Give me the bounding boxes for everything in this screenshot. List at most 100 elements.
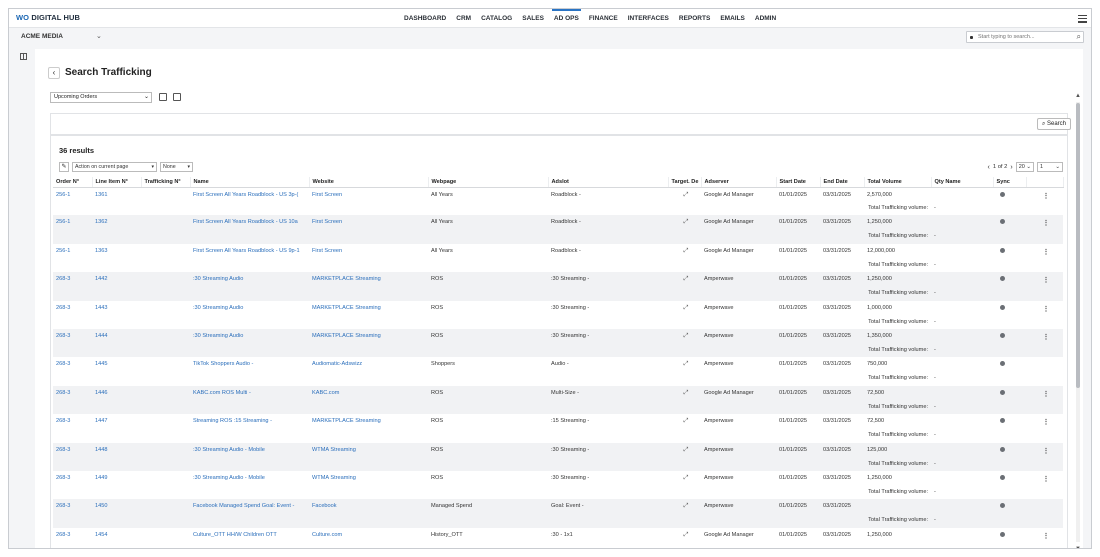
website-link[interactable]: WTMA Streaming bbox=[312, 447, 356, 453]
kebab-menu-icon[interactable]: ⋮ bbox=[1043, 220, 1050, 227]
website-link[interactable]: First Screen bbox=[312, 248, 342, 254]
order-number[interactable]: 268-3 bbox=[56, 532, 70, 538]
kebab-menu-icon[interactable]: ⋮ bbox=[1043, 277, 1050, 284]
column-header[interactable]: Qty Name bbox=[931, 177, 994, 188]
column-header[interactable]: Name bbox=[190, 177, 310, 188]
kebab-menu-icon[interactable]: ⋮ bbox=[1043, 533, 1050, 540]
column-header[interactable]: Trafficking N° bbox=[141, 177, 191, 188]
line-item-number[interactable]: 1443 bbox=[95, 305, 107, 311]
expand-arrows-icon[interactable]: ⤢ bbox=[684, 305, 689, 311]
hamburger-menu-icon[interactable] bbox=[1078, 13, 1087, 23]
line-item-number[interactable]: 1446 bbox=[95, 390, 107, 396]
order-number[interactable]: 256-1 bbox=[56, 192, 70, 198]
expand-arrows-icon[interactable]: ⤢ bbox=[684, 390, 689, 396]
order-number[interactable]: 256-1 bbox=[56, 248, 70, 254]
website-link[interactable]: First Screen bbox=[312, 219, 342, 225]
line-item-number[interactable]: 1454 bbox=[95, 532, 107, 538]
order-number[interactable]: 268-3 bbox=[56, 276, 70, 282]
order-number[interactable]: 268-3 bbox=[56, 305, 70, 311]
order-number[interactable]: 268-3 bbox=[56, 503, 70, 509]
kebab-menu-icon[interactable]: ⋮ bbox=[1043, 334, 1050, 341]
order-number[interactable]: 268-3 bbox=[56, 361, 70, 367]
expand-arrows-icon[interactable]: ⤢ bbox=[684, 248, 689, 254]
website-link[interactable]: MARKETPLACE Streaming bbox=[312, 418, 381, 424]
previous-page-icon[interactable]: ‹ bbox=[988, 164, 990, 171]
nav-item-catalog[interactable]: CATALOG bbox=[476, 9, 517, 28]
column-header[interactable]: Website bbox=[309, 177, 429, 188]
line-item-name[interactable]: First Screen All Years Roadblock - US 3p… bbox=[193, 192, 298, 198]
website-link[interactable]: MARKETPLACE Streaming bbox=[312, 333, 381, 339]
kebab-menu-icon[interactable]: ⋮ bbox=[1043, 306, 1050, 313]
line-item-number[interactable]: 1447 bbox=[95, 418, 107, 424]
line-item-name[interactable]: First Screen All Years Roadblock - US 9p… bbox=[193, 248, 300, 254]
page-number-select[interactable]: 1 ⌄ bbox=[1037, 162, 1063, 172]
line-item-number[interactable]: 1361 bbox=[95, 192, 107, 198]
bulk-edit-icon[interactable]: ✎ bbox=[59, 162, 69, 172]
line-item-name[interactable]: :30 Streaming Audio bbox=[193, 305, 243, 311]
app-logo[interactable]: WO DIGITAL HUB bbox=[16, 13, 80, 22]
column-header[interactable]: End Date bbox=[820, 177, 865, 188]
nav-item-crm[interactable]: CRM bbox=[451, 9, 476, 28]
order-number[interactable]: 268-3 bbox=[56, 475, 70, 481]
column-header[interactable]: Adserver bbox=[701, 177, 777, 188]
column-header[interactable]: Target. De bbox=[668, 177, 702, 188]
order-number[interactable]: 268-3 bbox=[56, 390, 70, 396]
bulk-action-select[interactable]: Action on current page ▾ bbox=[72, 162, 157, 172]
kebab-menu-icon[interactable]: ⋮ bbox=[1043, 249, 1050, 256]
line-item-name[interactable]: Facebook Managed Spend Goal: Event - bbox=[193, 503, 294, 509]
nav-item-interfaces[interactable]: INTERFACES bbox=[623, 9, 674, 28]
column-header[interactable]: Sync bbox=[993, 177, 1027, 188]
website-link[interactable]: MARKETPLACE Streaming bbox=[312, 305, 381, 311]
line-item-name[interactable]: KABC.com ROS Multi - bbox=[193, 390, 251, 396]
scroll-up-arrow-icon[interactable]: ▲ bbox=[1075, 93, 1081, 99]
order-number[interactable]: 268-3 bbox=[56, 333, 70, 339]
line-item-name[interactable]: :30 Streaming Audio - Mobile bbox=[193, 475, 265, 481]
kebab-menu-icon[interactable]: ⋮ bbox=[1043, 448, 1050, 455]
expand-arrows-icon[interactable]: ⤢ bbox=[684, 219, 689, 225]
line-item-number[interactable]: 1442 bbox=[95, 276, 107, 282]
expand-arrows-icon[interactable]: ⤢ bbox=[684, 447, 689, 453]
vertical-scrollbar[interactable]: ▲ ▼ bbox=[1075, 93, 1081, 548]
line-item-number[interactable]: 1445 bbox=[95, 361, 107, 367]
line-item-number[interactable]: 1363 bbox=[95, 248, 107, 254]
page-size-select[interactable]: 20 ⌄ bbox=[1015, 162, 1034, 172]
website-link[interactable]: Facebook bbox=[312, 503, 337, 509]
line-item-name[interactable]: Culture_OTT HH/W Children OTT bbox=[193, 532, 277, 538]
column-header[interactable]: Line Item N° bbox=[92, 177, 142, 188]
sidebar-toggle-icon[interactable] bbox=[20, 53, 27, 60]
column-header[interactable]: Start Date bbox=[776, 177, 821, 188]
expand-arrows-icon[interactable]: ⤢ bbox=[684, 418, 689, 424]
expand-arrows-icon[interactable]: ⤢ bbox=[684, 532, 689, 538]
nav-item-dashboard[interactable]: DASHBOARD bbox=[399, 9, 451, 28]
expand-arrows-icon[interactable]: ⤢ bbox=[684, 192, 689, 198]
nav-item-emails[interactable]: EMAILS bbox=[715, 9, 750, 28]
saved-view-select[interactable]: Upcoming Orders ⌄ bbox=[50, 92, 152, 103]
nav-item-reports[interactable]: REPORTS bbox=[674, 9, 715, 28]
scroll-down-arrow-icon[interactable]: ▼ bbox=[1075, 546, 1081, 548]
line-item-name[interactable]: Streaming ROS :15 Streaming - bbox=[193, 418, 272, 424]
column-header[interactable]: Adslot bbox=[548, 177, 669, 188]
website-link[interactable]: WTMA Streaming bbox=[312, 475, 356, 481]
column-header[interactable]: Order N° bbox=[53, 177, 93, 188]
nav-item-finance[interactable]: FINANCE bbox=[584, 9, 623, 28]
search-button[interactable]: ⌕ Search bbox=[1036, 118, 1071, 130]
line-item-name[interactable]: TikTok Shoppers Audio - bbox=[193, 361, 253, 367]
line-item-name[interactable]: :30 Streaming Audio bbox=[193, 333, 243, 339]
expand-arrows-icon[interactable]: ⤢ bbox=[684, 503, 689, 509]
expand-arrows-icon[interactable]: ⤢ bbox=[684, 276, 689, 282]
organization-chevron-down-icon[interactable]: ⌄ bbox=[96, 32, 102, 40]
line-item-name[interactable]: :30 Streaming Audio bbox=[193, 276, 243, 282]
nav-item-sales[interactable]: SALES bbox=[517, 9, 549, 28]
line-item-number[interactable]: 1444 bbox=[95, 333, 107, 339]
website-link[interactable]: KABC.com bbox=[312, 390, 339, 396]
order-number[interactable]: 256-1 bbox=[56, 219, 70, 225]
kebab-menu-icon[interactable]: ⋮ bbox=[1043, 193, 1050, 200]
website-link[interactable]: Audiomatic-Adswizz bbox=[312, 361, 362, 367]
save-view-icon[interactable] bbox=[159, 93, 167, 101]
line-item-number[interactable]: 1362 bbox=[95, 219, 107, 225]
line-item-number[interactable]: 1448 bbox=[95, 447, 107, 453]
order-number[interactable]: 268-3 bbox=[56, 418, 70, 424]
line-item-name[interactable]: First Screen All Years Roadblock - US 10… bbox=[193, 219, 298, 225]
line-item-number[interactable]: 1449 bbox=[95, 475, 107, 481]
nav-item-ad-ops[interactable]: AD OPS bbox=[549, 9, 584, 28]
